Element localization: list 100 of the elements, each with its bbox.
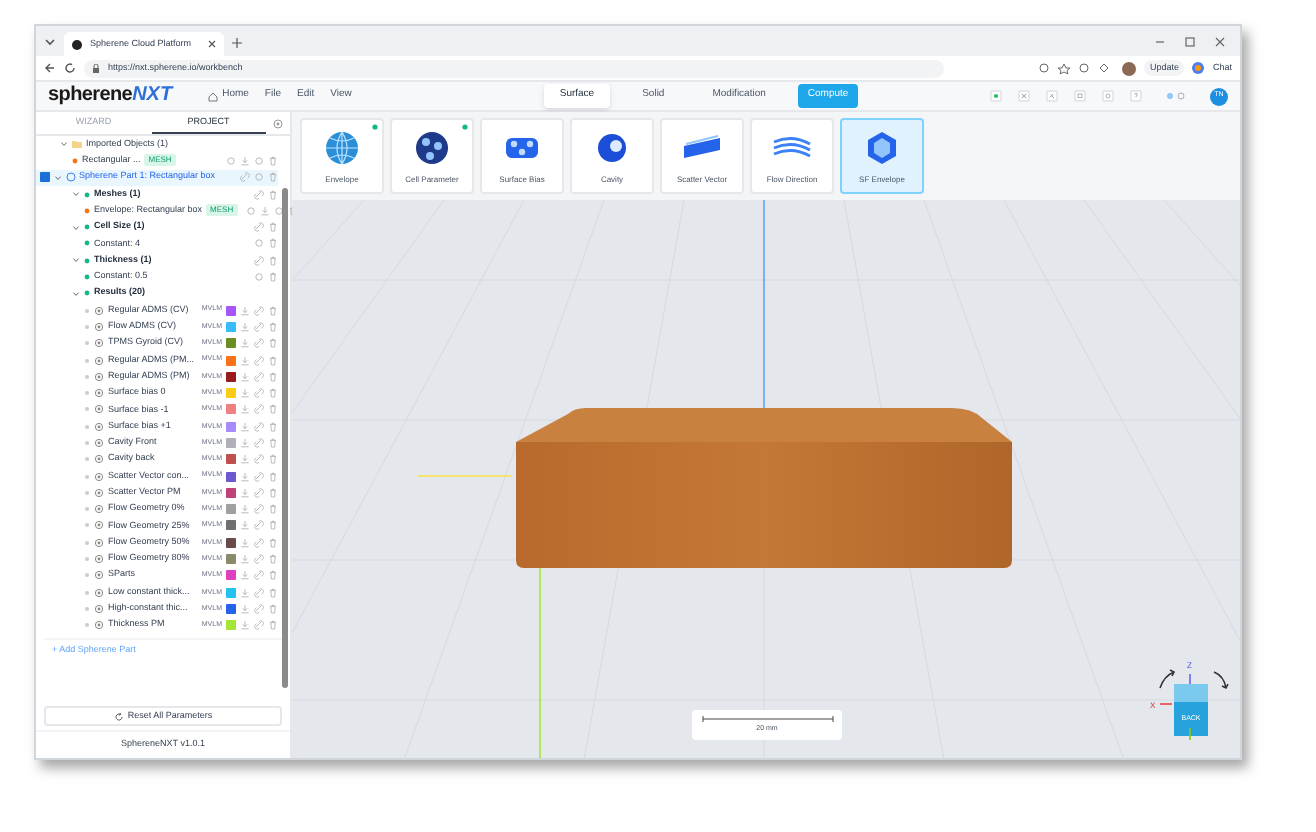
color-swatch[interactable] bbox=[226, 437, 236, 448]
color-swatch[interactable] bbox=[226, 454, 236, 465]
color-swatch[interactable] bbox=[226, 421, 236, 432]
link-icon[interactable] bbox=[254, 587, 264, 598]
color-swatch[interactable] bbox=[226, 388, 236, 399]
link-icon[interactable] bbox=[254, 537, 264, 548]
delete-icon[interactable] bbox=[268, 338, 278, 349]
color-swatch[interactable] bbox=[226, 404, 236, 415]
delete-icon[interactable] bbox=[268, 305, 278, 316]
delete-icon[interactable] bbox=[268, 454, 278, 465]
settings-icon[interactable] bbox=[1102, 90, 1114, 102]
delete-icon[interactable] bbox=[268, 537, 278, 548]
color-swatch[interactable] bbox=[226, 487, 236, 498]
chevron-down-icon[interactable] bbox=[53, 173, 61, 182]
color-swatch[interactable] bbox=[226, 338, 236, 349]
status-icon[interactable] bbox=[990, 90, 1002, 102]
link-icon[interactable] bbox=[254, 520, 264, 531]
download-icon[interactable] bbox=[240, 404, 250, 415]
color-swatch[interactable] bbox=[226, 305, 236, 316]
plus-icon[interactable] bbox=[232, 38, 242, 48]
link-icon[interactable] bbox=[254, 321, 264, 332]
link-icon[interactable] bbox=[254, 487, 264, 498]
delete-icon[interactable] bbox=[268, 388, 278, 399]
delete-icon[interactable] bbox=[268, 371, 278, 382]
link-icon[interactable] bbox=[254, 620, 264, 631]
download-icon[interactable] bbox=[240, 570, 250, 581]
delete-icon[interactable] bbox=[268, 355, 278, 365]
delete-icon[interactable] bbox=[268, 620, 278, 631]
color-swatch[interactable] bbox=[226, 570, 236, 581]
delete-icon[interactable] bbox=[268, 321, 278, 332]
delete-icon[interactable] bbox=[268, 504, 278, 515]
link-icon[interactable] bbox=[254, 338, 264, 349]
delete-icon[interactable] bbox=[268, 155, 278, 166]
link-icon[interactable] bbox=[254, 222, 264, 233]
download-icon[interactable] bbox=[240, 504, 250, 515]
delete-icon[interactable] bbox=[268, 238, 278, 249]
download-icon[interactable] bbox=[240, 321, 250, 332]
color-swatch[interactable] bbox=[226, 355, 236, 365]
help-icon[interactable] bbox=[1130, 90, 1142, 102]
color-swatch[interactable] bbox=[226, 471, 236, 482]
delete-icon[interactable] bbox=[268, 421, 278, 432]
color-swatch[interactable] bbox=[226, 587, 236, 598]
delete-icon[interactable] bbox=[268, 570, 278, 581]
back-icon[interactable] bbox=[44, 62, 56, 74]
link-icon[interactable] bbox=[254, 471, 264, 482]
download-icon[interactable] bbox=[240, 155, 250, 166]
link-icon[interactable] bbox=[254, 255, 264, 266]
color-swatch[interactable] bbox=[226, 504, 236, 515]
tools-icon[interactable] bbox=[1018, 90, 1030, 102]
delete-icon[interactable] bbox=[268, 189, 278, 200]
delete-icon[interactable] bbox=[268, 587, 278, 598]
color-swatch[interactable] bbox=[226, 554, 236, 565]
download-icon[interactable] bbox=[240, 554, 250, 565]
download-icon[interactable] bbox=[259, 205, 270, 216]
delete-icon[interactable] bbox=[268, 272, 278, 283]
delete-icon[interactable] bbox=[268, 437, 278, 448]
delete-icon[interactable] bbox=[268, 222, 278, 233]
theme-toggle-icon[interactable] bbox=[1164, 90, 1188, 102]
link-icon[interactable] bbox=[254, 504, 264, 515]
color-swatch[interactable] bbox=[226, 537, 236, 548]
link-icon[interactable] bbox=[254, 437, 264, 448]
comment-icon[interactable] bbox=[1074, 90, 1086, 102]
color-swatch[interactable] bbox=[226, 321, 236, 332]
browser-toolbar-icon[interactable] bbox=[1037, 62, 1114, 74]
link-icon[interactable] bbox=[254, 570, 264, 581]
download-icon[interactable] bbox=[240, 620, 250, 631]
close-icon[interactable] bbox=[208, 40, 216, 48]
delete-icon[interactable] bbox=[268, 603, 278, 614]
link-icon[interactable] bbox=[254, 554, 264, 565]
download-icon[interactable] bbox=[240, 338, 250, 349]
delete-icon[interactable] bbox=[268, 554, 278, 565]
download-icon[interactable] bbox=[240, 355, 250, 365]
link-icon[interactable] bbox=[254, 388, 264, 399]
eye-icon[interactable] bbox=[272, 117, 284, 129]
refresh-icon[interactable] bbox=[64, 62, 76, 74]
download-icon[interactable] bbox=[240, 437, 250, 448]
link-icon[interactable] bbox=[254, 189, 264, 200]
color-swatch[interactable] bbox=[226, 520, 236, 531]
color-swatch[interactable] bbox=[226, 603, 236, 614]
wrench-icon[interactable] bbox=[1046, 90, 1058, 102]
box-model-drawing[interactable] bbox=[516, 408, 1012, 568]
color-swatch[interactable] bbox=[226, 371, 236, 382]
link-icon[interactable] bbox=[254, 421, 264, 432]
link-icon[interactable] bbox=[254, 305, 264, 316]
link-icon[interactable] bbox=[254, 603, 264, 614]
delete-icon[interactable] bbox=[268, 487, 278, 498]
delete-icon[interactable] bbox=[268, 520, 278, 531]
link-icon[interactable] bbox=[254, 454, 264, 465]
delete-icon[interactable] bbox=[268, 471, 278, 482]
checkbox[interactable] bbox=[40, 172, 49, 182]
delete-icon[interactable] bbox=[268, 172, 278, 183]
avatar-icon[interactable] bbox=[1121, 61, 1136, 75]
download-icon[interactable] bbox=[240, 587, 250, 598]
delete-icon[interactable] bbox=[268, 404, 278, 415]
scrollbar[interactable] bbox=[282, 188, 288, 688]
download-icon[interactable] bbox=[240, 388, 250, 399]
chevron-down-icon[interactable] bbox=[44, 36, 56, 48]
copilot-icon[interactable] bbox=[1192, 62, 1205, 74]
link-icon[interactable] bbox=[240, 172, 250, 183]
download-icon[interactable] bbox=[240, 421, 250, 432]
